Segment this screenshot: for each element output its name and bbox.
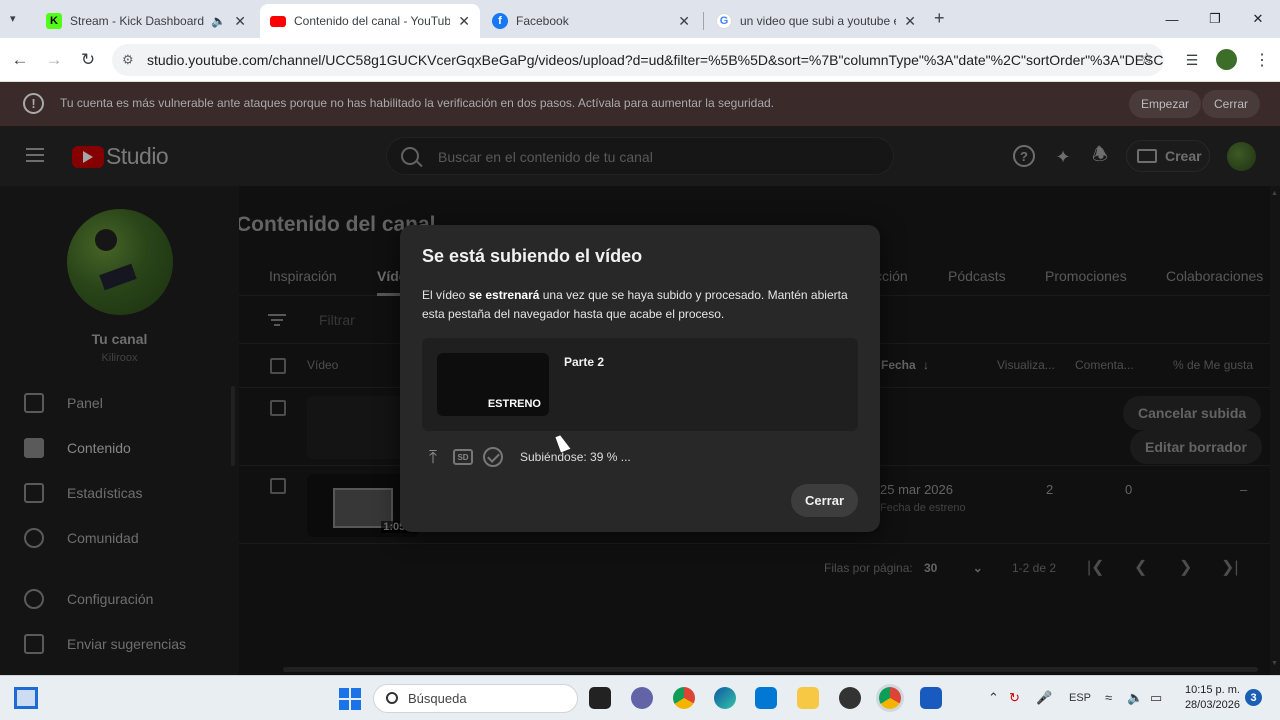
- tray-refresh-icon[interactable]: ↻: [1009, 690, 1020, 706]
- word-icon[interactable]: [920, 687, 942, 709]
- tab-facebook[interactable]: f Facebook ✕: [482, 4, 700, 38]
- url-field[interactable]: ⚙ studio.youtube.com/channel/UCC58g1GUCK…: [112, 44, 1164, 76]
- tab-label: un video que subi a youtube es: [740, 14, 897, 28]
- battery-icon[interactable]: ▭: [1150, 690, 1162, 706]
- close-tab-icon[interactable]: ✕: [904, 13, 916, 30]
- windows-taskbar: Búsqueda ⌃ ↻ 🎤 ESP ≈ 🔈 ▭ 10:15 p. m. 28/…: [0, 675, 1280, 720]
- upload-thumbnail: ESTRENO: [437, 353, 549, 416]
- url-text: studio.youtube.com/channel/UCC58g1GUCKVc…: [147, 52, 1164, 68]
- upload-arrow-icon: ⤒: [429, 446, 437, 467]
- folder-icon[interactable]: [797, 687, 819, 709]
- close-tab-icon[interactable]: ✕: [678, 13, 690, 30]
- language-indicator[interactable]: ESP: [1069, 692, 1091, 704]
- taskbar-search-label: Búsqueda: [408, 691, 467, 706]
- tab-separator: [703, 12, 704, 30]
- site-info-icon[interactable]: ⚙: [122, 44, 134, 76]
- system-clock[interactable]: 10:15 p. m. 28/03/2026: [1180, 683, 1240, 713]
- chrome-icon[interactable]: [673, 687, 695, 709]
- close-tab-icon[interactable]: ✕: [234, 13, 246, 30]
- edge-icon[interactable]: [714, 687, 736, 709]
- message-prefix: El vídeo: [422, 288, 469, 302]
- file-explorer-black-icon[interactable]: [589, 687, 611, 709]
- widgets-icon[interactable]: [14, 687, 38, 709]
- wifi-icon[interactable]: ≈: [1105, 690, 1112, 705]
- bookmark-star-icon[interactable]: ☆: [1140, 44, 1154, 76]
- microphone-icon[interactable]: 🎤: [1036, 690, 1052, 706]
- chrome-profile-icon[interactable]: [879, 687, 901, 709]
- clock-date: 28/03/2026: [1184, 699, 1240, 711]
- security-banner: ! Tu cuenta es más vulnerable ante ataqu…: [0, 82, 1280, 126]
- banner-close-button[interactable]: Cerrar: [1202, 90, 1261, 118]
- search-icon: [386, 692, 398, 704]
- check-circle-icon: [483, 447, 503, 467]
- youtube-icon: [270, 15, 286, 27]
- obs-icon[interactable]: [839, 687, 861, 709]
- dialog-close-button[interactable]: Cerrar: [791, 484, 858, 517]
- upload-status: Subiéndose: 39 % ...: [520, 450, 631, 464]
- warning-icon: !: [23, 93, 44, 114]
- new-tab-button[interactable]: +: [934, 8, 945, 29]
- upload-video-title: Parte 2: [564, 355, 605, 369]
- dialog-title: Se está subiendo el vídeo: [422, 246, 643, 266]
- clock-time: 10:15 p. m.: [1184, 684, 1240, 696]
- tab-kick[interactable]: K Stream - Kick Dashboard 🔈 ✕: [36, 4, 256, 38]
- taskbar-search[interactable]: Búsqueda: [373, 684, 578, 713]
- close-window-icon[interactable]: ✕: [1236, 0, 1280, 38]
- kick-icon: K: [46, 13, 62, 29]
- forward-icon[interactable]: →: [42, 48, 66, 72]
- tab-search-icon[interactable]: ▾: [10, 12, 16, 25]
- minimize-icon[interactable]: —: [1150, 0, 1194, 38]
- facebook-icon: f: [492, 13, 508, 29]
- tab-google[interactable]: G un video que subi a youtube es ✕: [706, 4, 926, 38]
- profile-avatar[interactable]: [1216, 49, 1237, 70]
- banner-start-button[interactable]: Empezar: [1129, 90, 1202, 118]
- close-tab-icon[interactable]: ✕: [458, 13, 470, 30]
- volume-icon[interactable]: 🔈: [1127, 690, 1143, 706]
- restore-icon[interactable]: ❐: [1193, 0, 1237, 38]
- google-icon: G: [716, 13, 732, 29]
- browser-menu-icon[interactable]: ⋮: [1250, 48, 1274, 72]
- speaker-icon: 🔈: [211, 14, 227, 28]
- tab-label: Contenido del canal - YouTube: [294, 14, 451, 28]
- store-icon[interactable]: [755, 687, 777, 709]
- banner-text: Tu cuenta es más vulnerable ante ataques…: [60, 96, 775, 110]
- premiere-badge: ESTRENO: [487, 398, 541, 410]
- tray-chevron-icon[interactable]: ⌃: [988, 690, 999, 706]
- browser-tab-bar: ▾ K Stream - Kick Dashboard 🔈 ✕ Contenid…: [0, 0, 1280, 38]
- reload-icon[interactable]: ↻: [76, 48, 100, 72]
- tab-youtube-studio[interactable]: Contenido del canal - YouTube ✕: [260, 4, 480, 38]
- upload-dialog: Se está subiendo el vídeo El vídeo se es…: [400, 225, 880, 532]
- back-icon[interactable]: ←: [8, 48, 32, 72]
- address-bar-row: ← → ↻ ⚙ studio.youtube.com/channel/UCC58…: [0, 38, 1280, 82]
- dialog-message: El vídeo se estrenará una vez que se hay…: [422, 286, 862, 324]
- message-emphasis: se estrenará: [468, 288, 540, 302]
- tab-label: Stream - Kick Dashboard: [70, 14, 205, 28]
- notification-badge[interactable]: 3: [1245, 689, 1262, 706]
- sd-badge-icon: SD: [453, 449, 473, 465]
- teams-icon[interactable]: [631, 687, 653, 709]
- start-button[interactable]: [339, 688, 361, 710]
- media-controls-icon[interactable]: ☰: [1180, 48, 1204, 72]
- tab-label: Facebook: [516, 14, 569, 28]
- upload-video-card: ESTRENO Parte 2: [422, 338, 858, 431]
